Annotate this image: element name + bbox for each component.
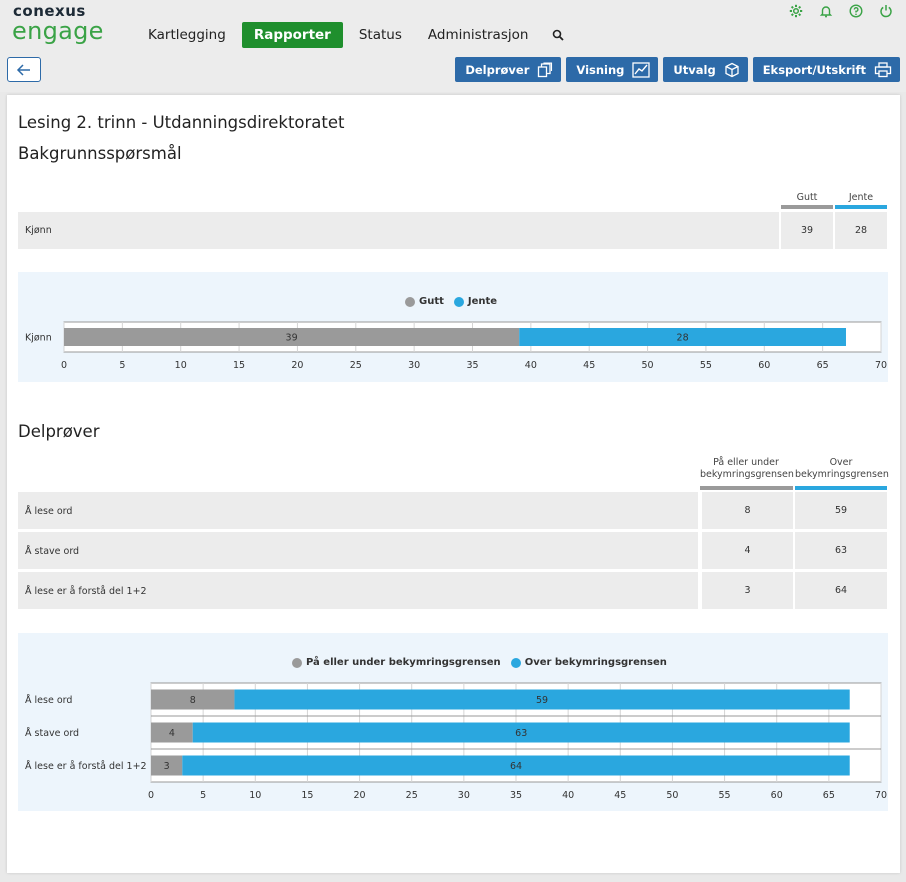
tick-label: 5 [200, 790, 206, 801]
nav-administrasjon[interactable]: Administrasjon [418, 22, 539, 48]
tick-label: 30 [458, 790, 470, 801]
tick-label: 15 [301, 790, 313, 801]
search-icon[interactable] [548, 22, 568, 48]
category-label: Å stave ord [25, 727, 79, 739]
data-label: 64 [510, 761, 522, 772]
tick-label: 40 [562, 790, 574, 801]
tick-label: 45 [614, 790, 626, 801]
data-label: 3 [164, 761, 170, 772]
nav-kartlegging[interactable]: Kartlegging [138, 22, 236, 48]
category-label: Å lese ord [25, 694, 72, 706]
utvalg-button[interactable]: Utvalg [663, 57, 748, 82]
settings-icon[interactable] [787, 2, 804, 19]
help-icon[interactable] [847, 2, 864, 19]
eksport-label: Eksport/Utskrift [762, 62, 866, 77]
nav-rapporter[interactable]: Rapporter [241, 22, 343, 48]
visning-label: Visning [576, 62, 625, 77]
line-chart-icon [632, 61, 651, 78]
tick-label: 25 [406, 790, 418, 801]
main-nav: Kartlegging Rapporter Status Administras… [138, 22, 568, 48]
top-bar: conexus engage Kartlegging Rapporter Sta… [0, 0, 906, 92]
tick-label: 35 [510, 790, 522, 801]
tick-label: 10 [249, 790, 261, 801]
tick-label: 65 [823, 790, 835, 801]
data-label: 4 [169, 728, 175, 739]
bell-icon[interactable] [817, 2, 834, 19]
eksport-button[interactable]: Eksport/Utskrift [752, 57, 900, 82]
copy-icon [538, 61, 553, 77]
tick-label: 70 [875, 790, 887, 801]
category-label: Å lese er å forstå del 1+2 [25, 760, 147, 772]
nav-status[interactable]: Status [349, 22, 412, 48]
action-bar: Delprøver Visning Utvalg Eksport/Utskrif… [455, 57, 900, 82]
data-label: 8 [190, 695, 196, 706]
power-icon[interactable] [877, 2, 894, 19]
data-label: 63 [515, 728, 527, 739]
top-icons [787, 2, 894, 19]
tick-label: 0 [148, 790, 154, 801]
back-button[interactable] [7, 57, 41, 82]
printer-icon [874, 61, 892, 77]
tick-label: 20 [354, 790, 366, 801]
tick-label: 60 [771, 790, 783, 801]
chart-delprover: 0 5 10 15 20 25 30 35 40 45 50 55 60 65 70 Å lese ord 8 5… [25, 682, 887, 801]
arrow-left-icon [16, 63, 30, 76]
logo-engage: engage [12, 17, 104, 45]
tick-label: 55 [719, 790, 731, 801]
delprover-button[interactable]: Delprøver [455, 57, 562, 82]
visning-button[interactable]: Visning [566, 57, 659, 82]
utvalg-label: Utvalg [673, 62, 716, 77]
data-label: 59 [536, 695, 548, 706]
tick-label: 50 [666, 790, 678, 801]
delprover-label: Delprøver [465, 62, 530, 77]
report-card: Lesing 2. trinn - Utdanningsdirektoratet… [7, 95, 900, 873]
cube-icon [725, 62, 739, 77]
